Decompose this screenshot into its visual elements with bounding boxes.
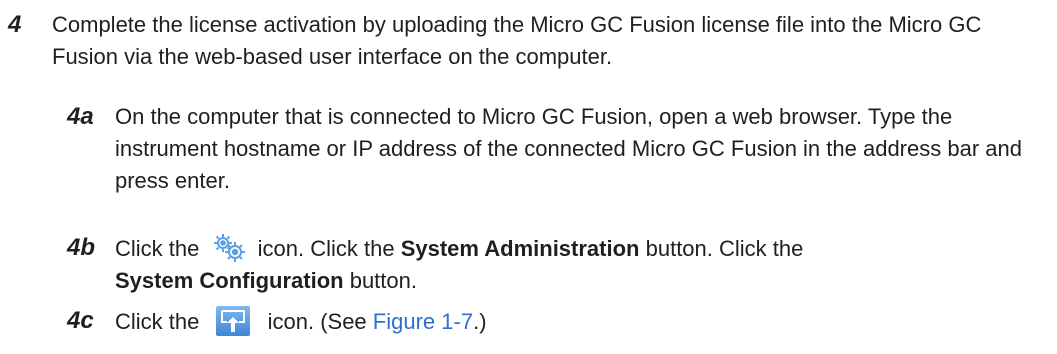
upload-icon bbox=[215, 305, 251, 337]
substep-number: 4c bbox=[67, 307, 94, 334]
text-segment: button. bbox=[349, 268, 417, 293]
substep-text: Click the icon. (See Figure 1-7.) bbox=[115, 305, 1045, 338]
figure-link[interactable]: Figure 1-7 bbox=[373, 309, 473, 334]
text-segment: icon. (See bbox=[267, 309, 367, 334]
text-segment: Click the bbox=[115, 236, 200, 261]
gear-icon bbox=[211, 232, 247, 262]
text-segment: Click the bbox=[115, 309, 200, 334]
system-administration-label: System Administration bbox=[400, 236, 640, 261]
substep-number: 4b bbox=[67, 234, 96, 261]
step-number: 4 bbox=[8, 11, 22, 38]
text-segment: icon. Click the bbox=[257, 236, 395, 261]
text-segment: .) bbox=[473, 309, 487, 334]
step-text: Complete the license activation by uploa… bbox=[52, 12, 982, 69]
text-segment: button. Click the bbox=[645, 236, 804, 261]
substep-number: 4a bbox=[67, 103, 94, 130]
system-configuration-label: System Configuration bbox=[115, 268, 344, 293]
substep-text: On the computer that is connected to Mic… bbox=[115, 104, 1022, 193]
substep-text: Click the icon. Click the System Adminis… bbox=[115, 232, 1045, 297]
